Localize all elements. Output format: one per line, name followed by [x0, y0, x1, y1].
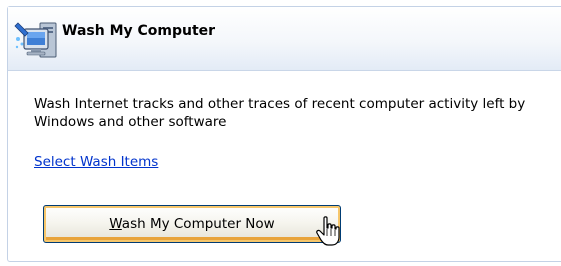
hand-pointer-cursor-icon: [316, 216, 342, 248]
computer-wash-icon: [14, 17, 64, 65]
panel-title: Wash My Computer: [62, 23, 216, 39]
wash-my-computer-panel: Wash My Computer Wash Internet tracks an…: [7, 6, 561, 262]
wash-button-label: Wash My Computer Now: [109, 216, 274, 232]
panel-header: Wash My Computer: [8, 7, 561, 71]
wash-button-mnemonic: W: [109, 216, 122, 232]
wash-my-computer-now-button[interactable]: Wash My Computer Now: [43, 205, 341, 243]
wash-button-label-rest: ash My Computer Now: [121, 216, 275, 232]
select-wash-items-link[interactable]: Select Wash Items: [34, 154, 158, 170]
panel-description: Wash Internet tracks and other traces of…: [34, 96, 526, 130]
